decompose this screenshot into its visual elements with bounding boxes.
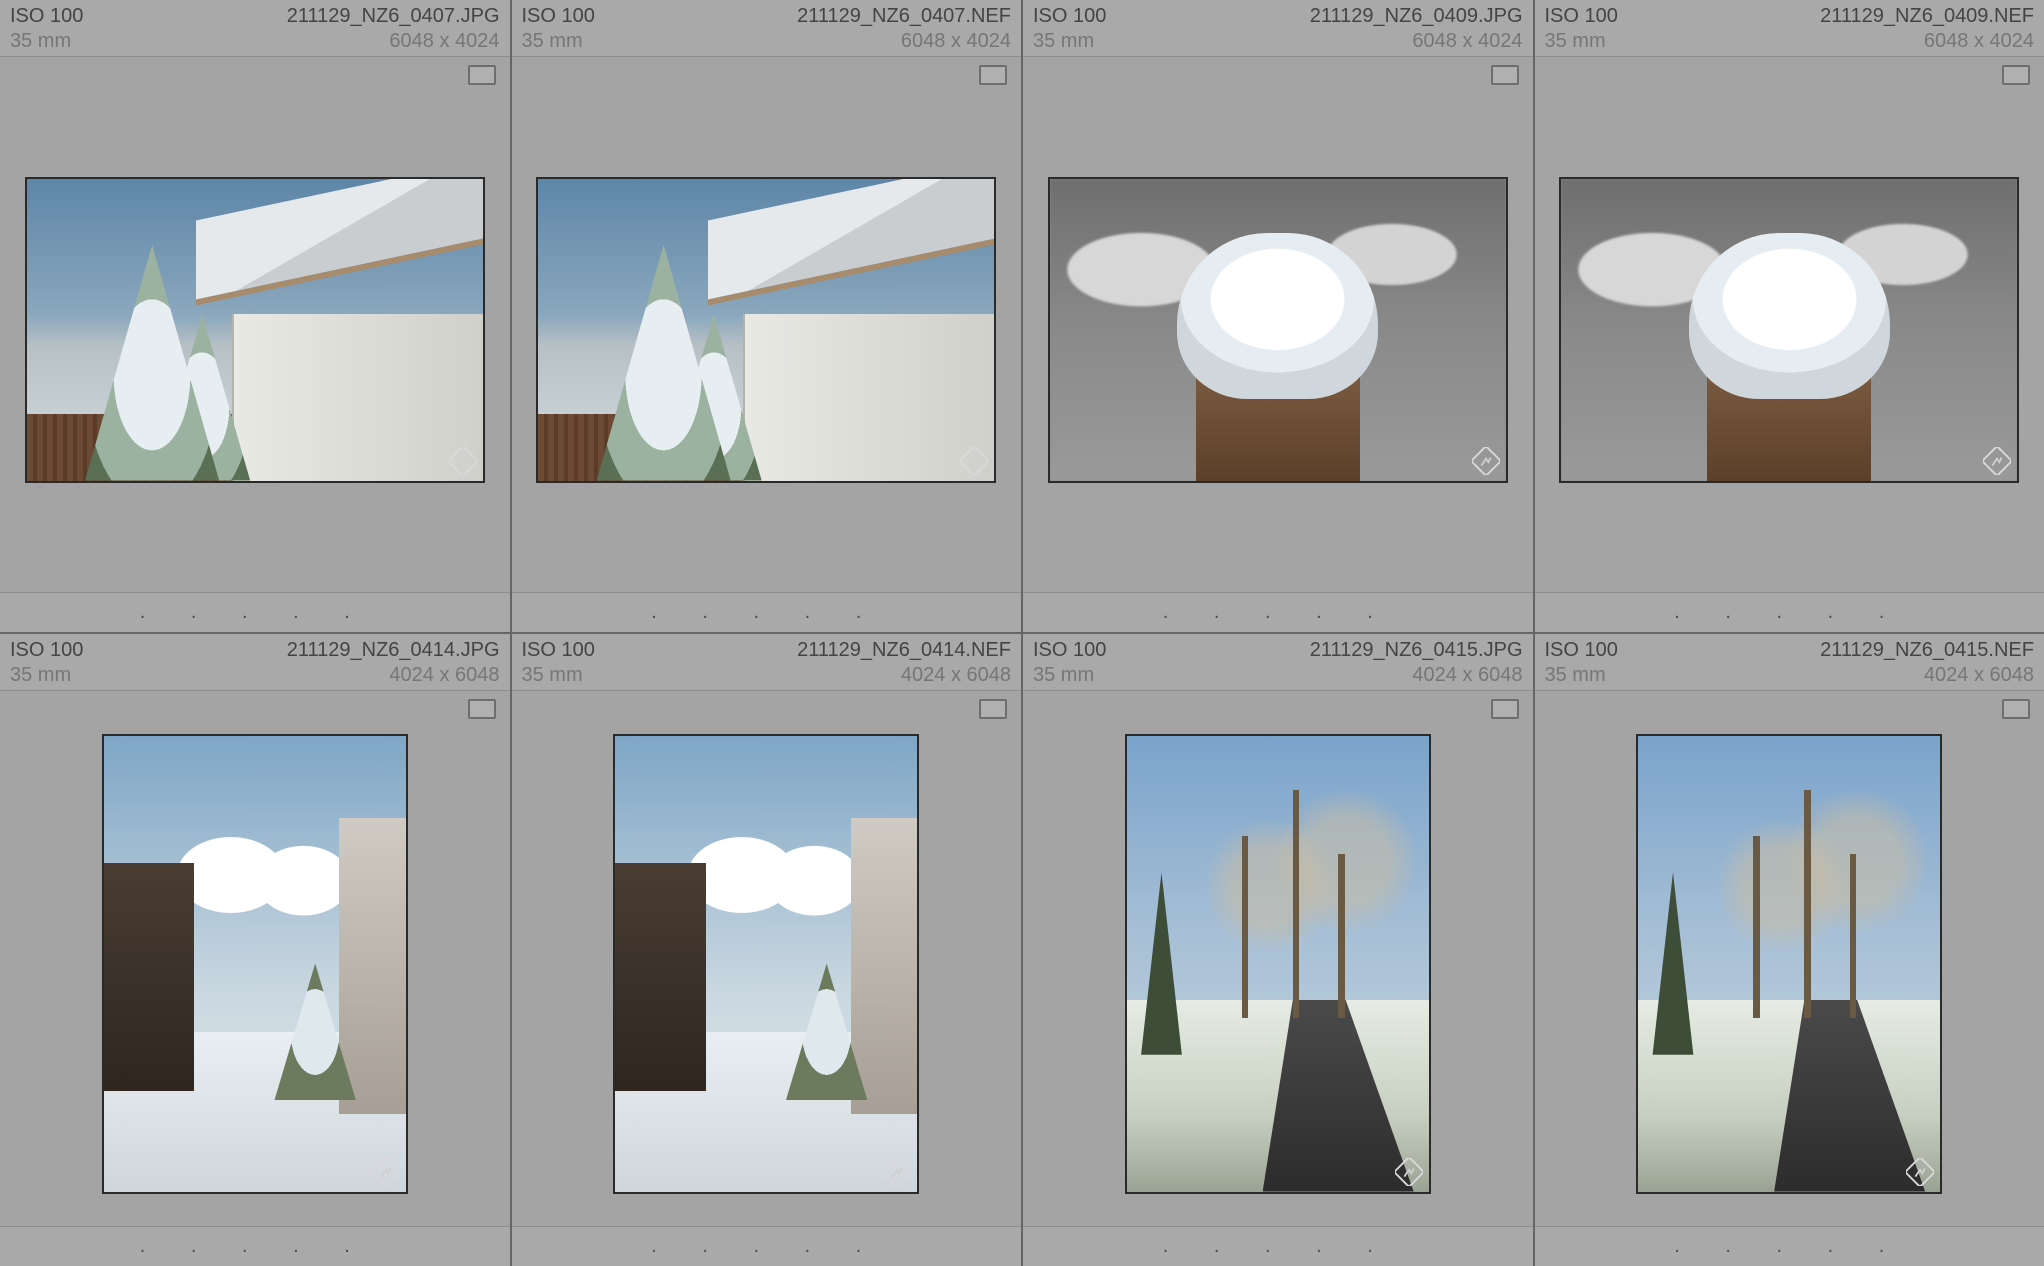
iso-label: ISO 100 bbox=[10, 638, 83, 663]
cell-meta: ISO 100 211129_NZ6_0414.JPG 35 mm 4024 x… bbox=[0, 634, 510, 691]
thumbnail-image[interactable] bbox=[613, 734, 919, 1194]
format-badge-icon bbox=[979, 65, 1007, 85]
cell-meta: ISO 100 211129_NZ6_0409.JPG 35 mm 6048 x… bbox=[1023, 0, 1533, 57]
dimensions-label: 6048 x 4024 bbox=[389, 29, 499, 54]
cell-meta: ISO 100 211129_NZ6_0409.NEF 35 mm 6048 x… bbox=[1535, 0, 2044, 57]
grid-cell[interactable]: ISO 100 211129_NZ6_0415.JPG 35 mm 4024 x… bbox=[1023, 634, 1533, 1266]
filename-label: 211129_NZ6_0415.NEF bbox=[1820, 638, 2034, 663]
format-badge-icon bbox=[1491, 65, 1519, 85]
thumbnail-area bbox=[1535, 57, 2044, 592]
quick-collection-icon[interactable] bbox=[1395, 1158, 1423, 1186]
thumbnail-image[interactable] bbox=[25, 177, 485, 483]
quick-collection-icon[interactable] bbox=[1906, 1158, 1934, 1186]
format-badge-icon bbox=[1491, 699, 1519, 719]
thumbnail-area bbox=[512, 57, 1022, 592]
format-badge-icon bbox=[468, 699, 496, 719]
dimensions-label: 6048 x 4024 bbox=[1924, 29, 2034, 54]
quick-collection-icon[interactable] bbox=[960, 447, 988, 475]
iso-label: ISO 100 bbox=[1545, 4, 1618, 29]
rating-dots[interactable]: . . . . . bbox=[1535, 592, 2044, 632]
rating-dots[interactable]: . . . . . bbox=[512, 1226, 1022, 1266]
thumbnail-image[interactable] bbox=[102, 734, 408, 1194]
iso-label: ISO 100 bbox=[1545, 638, 1618, 663]
thumbnail-image[interactable] bbox=[1636, 734, 1942, 1194]
quick-collection-icon[interactable] bbox=[1472, 447, 1500, 475]
quick-collection-icon[interactable] bbox=[883, 1158, 911, 1186]
dimensions-label: 6048 x 4024 bbox=[1412, 29, 1522, 54]
dimensions-label: 6048 x 4024 bbox=[901, 29, 1011, 54]
thumbnail-image[interactable] bbox=[1125, 734, 1431, 1194]
format-badge-icon bbox=[2002, 699, 2030, 719]
cell-meta: ISO 100 211129_NZ6_0407.JPG 35 mm 6048 x… bbox=[0, 0, 510, 57]
dimensions-label: 4024 x 6048 bbox=[1412, 663, 1522, 688]
thumbnail-area bbox=[0, 691, 510, 1226]
iso-label: ISO 100 bbox=[522, 4, 595, 29]
thumbnail-grid: ISO 100 211129_NZ6_0407.JPG 35 mm 6048 x… bbox=[0, 0, 2044, 1266]
thumbnail-area bbox=[0, 57, 510, 592]
filename-label: 211129_NZ6_0407.JPG bbox=[287, 4, 500, 29]
focal-length-label: 35 mm bbox=[522, 663, 583, 688]
cell-meta: ISO 100 211129_NZ6_0415.NEF 35 mm 4024 x… bbox=[1535, 634, 2044, 691]
thumbnail-area bbox=[1535, 691, 2044, 1226]
format-badge-icon bbox=[979, 699, 1007, 719]
focal-length-label: 35 mm bbox=[1033, 29, 1094, 54]
thumbnail-image[interactable] bbox=[1559, 177, 2019, 483]
iso-label: ISO 100 bbox=[1033, 638, 1106, 663]
rating-dots[interactable]: . . . . . bbox=[0, 592, 510, 632]
iso-label: ISO 100 bbox=[522, 638, 595, 663]
grid-cell[interactable]: ISO 100 211129_NZ6_0409.JPG 35 mm 6048 x… bbox=[1023, 0, 1533, 632]
cell-meta: ISO 100 211129_NZ6_0407.NEF 35 mm 6048 x… bbox=[512, 0, 1022, 57]
filename-label: 211129_NZ6_0415.JPG bbox=[1310, 638, 1523, 663]
format-badge-icon bbox=[468, 65, 496, 85]
focal-length-label: 35 mm bbox=[522, 29, 583, 54]
thumbnail-area bbox=[1023, 691, 1533, 1226]
iso-label: ISO 100 bbox=[1033, 4, 1106, 29]
grid-cell[interactable]: ISO 100 211129_NZ6_0414.JPG 35 mm 4024 x… bbox=[0, 634, 510, 1266]
focal-length-label: 35 mm bbox=[10, 29, 71, 54]
grid-cell[interactable]: ISO 100 211129_NZ6_0407.NEF 35 mm 6048 x… bbox=[512, 0, 1022, 632]
rating-dots[interactable]: . . . . . bbox=[512, 592, 1022, 632]
quick-collection-icon[interactable] bbox=[372, 1158, 400, 1186]
dimensions-label: 4024 x 6048 bbox=[1924, 663, 2034, 688]
filename-label: 211129_NZ6_0414.NEF bbox=[797, 638, 1011, 663]
cell-meta: ISO 100 211129_NZ6_0415.JPG 35 mm 4024 x… bbox=[1023, 634, 1533, 691]
format-badge-icon bbox=[2002, 65, 2030, 85]
filename-label: 211129_NZ6_0409.NEF bbox=[1820, 4, 2034, 29]
cell-meta: ISO 100 211129_NZ6_0414.NEF 35 mm 4024 x… bbox=[512, 634, 1022, 691]
filename-label: 211129_NZ6_0407.NEF bbox=[797, 4, 1011, 29]
grid-cell[interactable]: ISO 100 211129_NZ6_0415.NEF 35 mm 4024 x… bbox=[1535, 634, 2044, 1266]
thumbnail-area bbox=[1023, 57, 1533, 592]
grid-cell[interactable]: ISO 100 211129_NZ6_0414.NEF 35 mm 4024 x… bbox=[512, 634, 1022, 1266]
grid-cell[interactable]: ISO 100 211129_NZ6_0407.JPG 35 mm 6048 x… bbox=[0, 0, 510, 632]
filename-label: 211129_NZ6_0409.JPG bbox=[1310, 4, 1523, 29]
thumbnail-area bbox=[512, 691, 1022, 1226]
quick-collection-icon[interactable] bbox=[449, 447, 477, 475]
iso-label: ISO 100 bbox=[10, 4, 83, 29]
focal-length-label: 35 mm bbox=[1033, 663, 1094, 688]
rating-dots[interactable]: . . . . . bbox=[1535, 1226, 2044, 1266]
thumbnail-image[interactable] bbox=[536, 177, 996, 483]
rating-dots[interactable]: . . . . . bbox=[1023, 592, 1533, 632]
thumbnail-image[interactable] bbox=[1048, 177, 1508, 483]
quick-collection-icon[interactable] bbox=[1983, 447, 2011, 475]
dimensions-label: 4024 x 6048 bbox=[389, 663, 499, 688]
focal-length-label: 35 mm bbox=[10, 663, 71, 688]
dimensions-label: 4024 x 6048 bbox=[901, 663, 1011, 688]
focal-length-label: 35 mm bbox=[1545, 663, 1606, 688]
focal-length-label: 35 mm bbox=[1545, 29, 1606, 54]
rating-dots[interactable]: . . . . . bbox=[1023, 1226, 1533, 1266]
filename-label: 211129_NZ6_0414.JPG bbox=[287, 638, 500, 663]
grid-cell[interactable]: ISO 100 211129_NZ6_0409.NEF 35 mm 6048 x… bbox=[1535, 0, 2044, 632]
rating-dots[interactable]: . . . . . bbox=[0, 1226, 510, 1266]
